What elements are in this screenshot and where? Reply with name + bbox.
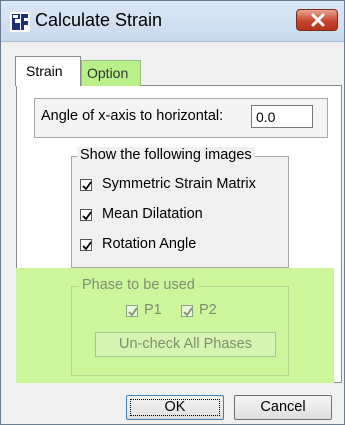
checkbox-box[interactable] <box>80 209 92 221</box>
ok-button[interactable]: OK <box>126 395 224 420</box>
checkmark-icon <box>82 211 92 221</box>
tab-option[interactable]: Option <box>81 60 141 86</box>
cancel-button[interactable]: Cancel <box>234 395 332 420</box>
window-title: Calculate Strain <box>35 10 163 30</box>
show-images-legend: Show the following images <box>77 147 255 163</box>
phase-group <box>71 286 289 376</box>
focus-ring <box>130 399 220 416</box>
checkbox-box[interactable] <box>80 239 92 251</box>
checkbox-box[interactable] <box>80 179 92 191</box>
strain-app-icon <box>10 12 30 32</box>
checkmark-icon <box>128 307 138 317</box>
checkbox-box[interactable] <box>126 305 138 317</box>
checkbox-label: Symmetric Strain Matrix <box>102 176 256 192</box>
checkmark-icon <box>82 241 92 251</box>
angle-input[interactable] <box>251 105 313 128</box>
checkmark-icon <box>82 181 92 191</box>
phase-legend: Phase to be used <box>79 277 198 293</box>
tab-option-label: Option <box>87 65 129 81</box>
angle-label: Angle of x-axis to horizontal: <box>41 108 224 124</box>
checkbox-label: Mean Dilatation <box>102 206 203 222</box>
tab-strain[interactable]: Strain <box>15 56 81 86</box>
checkmark-icon <box>183 307 193 317</box>
checkbox-label: P1 <box>144 302 162 318</box>
title-bar[interactable]: Calculate Strain <box>1 1 344 42</box>
tab-strain-label: Strain <box>26 63 63 79</box>
close-icon <box>311 13 325 27</box>
checkbox-label: P2 <box>199 302 217 318</box>
close-button[interactable] <box>296 9 338 31</box>
calculate-strain-dialog: Calculate Strain Strain Option Angle of … <box>0 0 345 425</box>
checkbox-box[interactable] <box>181 305 193 317</box>
cancel-button-label: Cancel <box>260 399 306 415</box>
uncheck-all-phases-button[interactable]: Un-check All Phases <box>95 332 276 357</box>
checkbox-label: Rotation Angle <box>102 236 197 252</box>
